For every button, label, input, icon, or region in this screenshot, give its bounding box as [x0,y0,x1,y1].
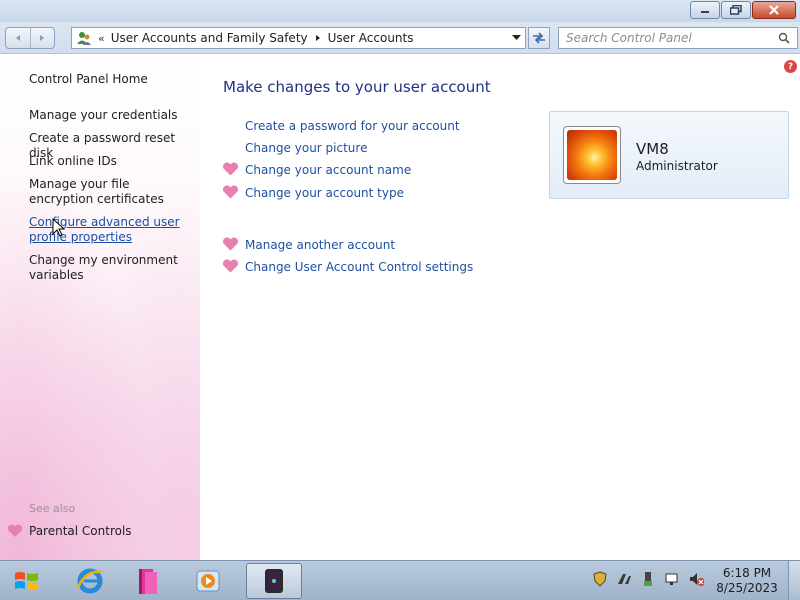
taskbar-file-manager[interactable] [121,563,177,599]
task-change-account-type[interactable]: Change your account type [245,186,404,201]
restore-button[interactable] [721,1,751,19]
breadcrumb-item-family-safety[interactable]: User Accounts and Family Safety [111,31,308,45]
search-input[interactable]: Search Control Panel [559,31,775,45]
taskbar-internet-explorer[interactable] [62,563,118,599]
search-box[interactable]: Search Control Panel [558,27,798,49]
content-area: Control Panel Home Manage your credentia… [0,55,800,560]
network-tool-icon[interactable] [616,571,632,587]
refresh-icon [533,32,545,44]
account-role: Administrator [636,159,718,173]
sidebar-item-online-ids[interactable]: Link online IDs [29,154,194,169]
windows-start-icon [15,572,38,590]
taskbar: 6:18 PM 8/25/2023 [0,560,800,600]
account-picture [563,126,621,184]
account-name: VM8 [636,140,669,158]
breadcrumb-item-user-accounts[interactable]: User Accounts [328,31,414,45]
breadcrumb-overflow[interactable]: « [98,32,105,45]
close-button[interactable] [752,1,796,19]
address-bar[interactable]: « User Accounts and Family Safety User A… [71,27,526,49]
sidebar-item-encryption-certificates[interactable]: Manage your file encryption certificates [29,177,194,207]
forward-arrow-icon [40,35,45,41]
restore-icon [730,5,742,15]
clock-date: 8/25/2023 [716,581,778,595]
window-controls [690,1,796,19]
sidebar-item-credentials[interactable]: Manage your credentials [29,108,194,123]
back-arrow-icon [15,35,20,41]
volume-muted-icon[interactable] [688,571,704,587]
admin-shield-icon [222,259,239,276]
minimize-icon [701,11,709,13]
action-center-flag-icon[interactable] [664,571,680,587]
security-shield-icon[interactable] [592,571,608,587]
task-change-account-name[interactable]: Change your account name [245,163,411,178]
account-card: VM8 Administrator [549,111,789,199]
window-title-bar [0,0,800,22]
page-title: Make changes to your user account [223,78,491,96]
minimize-button[interactable] [690,1,720,19]
media-player-icon [196,570,220,592]
taskbar-clock[interactable]: 6:18 PM 8/25/2023 [712,566,782,596]
navigation-bar: « User Accounts and Family Safety User A… [0,22,800,54]
show-desktop-button[interactable] [788,561,800,600]
start-button[interactable] [6,563,48,599]
chevron-down-icon [511,35,521,40]
back-button[interactable] [6,28,30,48]
clock-time: 6:18 PM [722,566,772,580]
system-tray [592,571,704,587]
orange-flower-picture [567,130,617,180]
history-buttons [5,27,55,49]
user-accounts-icon [75,30,93,46]
sidebar-control-panel-home[interactable]: Control Panel Home [29,72,194,87]
usb-device-icon[interactable] [640,571,656,587]
sidebar-item-environment-variables[interactable]: Change my environment variables [29,253,194,283]
address-dropdown-button[interactable] [507,28,525,48]
file-manager-icon [139,569,157,594]
close-icon [769,5,779,15]
internet-explorer-icon [76,568,103,594]
task-create-password[interactable]: Create a password for your account [245,119,460,134]
help-icon[interactable]: ? [784,60,797,73]
task-change-picture[interactable]: Change your picture [245,141,367,156]
parental-controls-icon [7,524,23,541]
refresh-button[interactable] [528,27,550,49]
see-also-heading: See also [29,502,76,515]
taskbar-media-player[interactable] [180,563,236,599]
taskbar-terminal-app[interactable] [246,563,302,599]
task-manage-another-account[interactable]: Manage another account [245,238,395,253]
admin-shield-icon [222,237,239,254]
terminal-app-icon [265,569,283,593]
task-uac-settings[interactable]: Change User Account Control settings [245,260,473,275]
see-also-parental-controls[interactable]: Parental Controls [29,524,194,539]
admin-shield-icon [222,162,239,179]
admin-shield-icon [222,185,239,202]
forward-button[interactable] [29,28,55,48]
left-pane: Control Panel Home Manage your credentia… [0,55,200,560]
breadcrumb-chevron-icon[interactable] [315,34,321,42]
mouse-cursor-icon [52,218,66,237]
search-icon[interactable] [775,29,793,47]
